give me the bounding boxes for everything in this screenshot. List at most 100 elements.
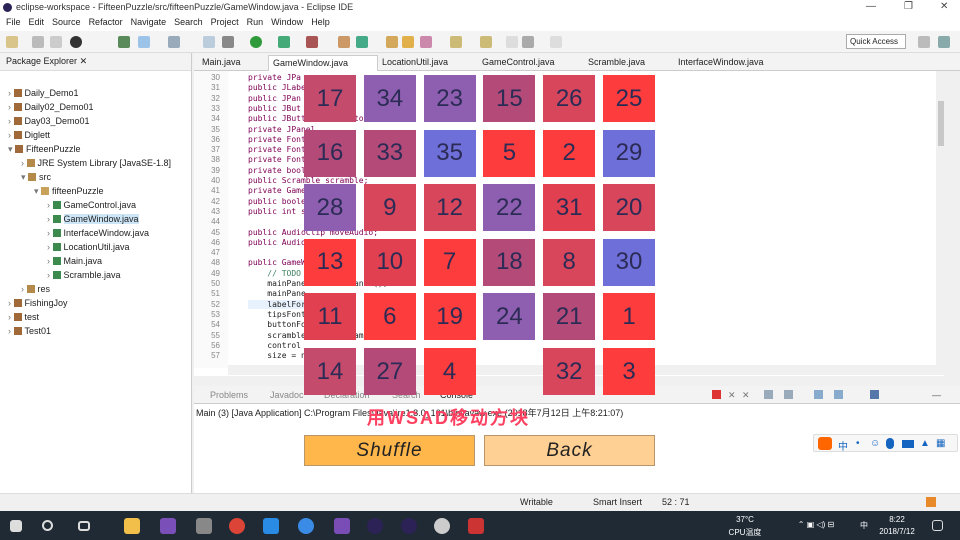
puzzle-tile[interactable]: 33 [363,129,416,177]
clock-date[interactable]: 2018/7/12 [872,527,922,536]
back-icon[interactable] [506,36,518,48]
next-annotation-icon[interactable] [450,36,462,48]
tree-item[interactable]: ▾ src [21,172,51,183]
search-icon[interactable] [42,520,53,531]
java-perspective-icon[interactable] [938,36,950,48]
file-explorer-icon[interactable] [124,518,140,534]
puzzle-tile[interactable]: 13 [304,238,356,286]
menu-file[interactable]: File [6,17,21,27]
forward-arrow-icon[interactable] [550,36,562,48]
remove-launch-icon[interactable]: ✕ [728,390,736,401]
puzzle-tile[interactable]: 27 [363,348,416,395]
scroll-thumb[interactable] [938,101,944,146]
debug-icon[interactable] [70,36,82,48]
microphone-icon[interactable] [886,438,894,449]
shuffle-button[interactable]: Shuffle [304,435,475,466]
puzzle-tile[interactable]: 2 [543,129,596,177]
tab-interfacewindow-java[interactable]: InterfaceWindow.java [674,55,768,71]
tree-expand-icon[interactable]: ▾ [21,172,28,182]
menu-window[interactable]: Window [271,17,303,27]
tab-gamecontrol-java[interactable]: GameControl.java [478,55,559,71]
tree-item[interactable]: › JRE System Library [JavaSE-1.8] [21,158,171,168]
eclipse-icon[interactable] [367,518,383,534]
puzzle-tile[interactable]: 11 [304,293,356,341]
ime-language[interactable]: 中 [838,438,848,453]
puzzle-tile[interactable]: 24 [483,293,536,341]
menu-help[interactable]: Help [311,17,330,27]
menu-source[interactable]: Source [52,17,81,27]
eclipse-window-icon[interactable] [401,518,417,534]
tree-item[interactable]: › InterfaceWindow.java [47,228,149,238]
perspective-icon[interactable] [918,36,930,48]
menu-project[interactable]: Project [211,17,239,27]
windows-start-icon[interactable] [10,520,22,532]
tree-item[interactable]: › res [21,284,50,294]
annotation-icon[interactable] [420,36,432,48]
new-class-icon[interactable] [356,36,368,48]
tab-javadoc[interactable]: Javadoc [270,390,304,400]
run-icon[interactable] [250,36,262,48]
puzzle-tile[interactable]: 18 [483,238,536,286]
terminate-icon[interactable] [712,390,721,399]
puzzle-tile[interactable]: 7 [423,238,476,286]
clock-time[interactable]: 8:22 [880,515,914,524]
tree-item[interactable]: › Diglett [8,130,50,140]
tab-gamewindow-java[interactable]: GameWindow.java [268,55,378,71]
new-java-project-icon[interactable] [338,36,350,48]
puzzle-tile[interactable]: 3 [603,348,655,395]
puzzle-tile[interactable]: 28 [304,184,356,232]
puzzle-tile[interactable]: 8 [543,238,596,286]
puzzle-tile[interactable]: 15 [483,75,536,122]
system-tray-icons[interactable]: ⌃ ▣ ◁) ⊟ [776,520,856,529]
menu-run[interactable]: Run [247,17,264,27]
feishu-icon[interactable] [263,518,279,534]
puzzle-tile[interactable]: 6 [363,293,416,341]
save-icon[interactable] [32,36,44,48]
highlight-icon[interactable] [138,36,150,48]
menu-navigate[interactable]: Navigate [131,17,167,27]
puzzle-tile[interactable]: 5 [483,129,536,177]
scroll-lock-icon[interactable] [784,390,793,399]
puzzle-tile[interactable]: 32 [543,348,596,395]
puzzle-tile[interactable]: 21 [543,293,596,341]
pin-icon[interactable] [118,36,130,48]
tree-item[interactable]: › Daily02_Demo01 [8,102,94,112]
gear-icon[interactable] [222,36,234,48]
puzzle-tile[interactable]: 17 [304,75,356,122]
tree-item[interactable]: › FishingJoy [8,298,68,308]
tab-scramble-java[interactable]: Scramble.java [584,55,649,71]
tree-expand-icon[interactable]: ▾ [34,186,41,196]
menu-edit[interactable]: Edit [29,17,45,27]
puzzle-tile[interactable]: 26 [543,75,596,122]
puzzle-tile[interactable]: 12 [423,184,476,232]
puzzle-tile[interactable]: 23 [423,75,476,122]
shirt-icon[interactable]: ▲ [920,438,930,449]
tree-expand-icon[interactable]: ▾ [8,144,15,154]
tree-item[interactable]: › Main.java [47,256,102,266]
emoji-icon[interactable]: ☺ [870,438,880,449]
puzzle-tile[interactable]: 35 [423,129,476,177]
minimize-button[interactable]: — [866,1,876,12]
maximize-button[interactable]: ❐ [904,1,913,12]
tree-item[interactable]: › Test01 [8,326,51,336]
input-language[interactable]: 中 [858,520,870,531]
back-arrow-icon[interactable] [522,36,534,48]
editor-vertical-scrollbar[interactable] [936,71,946,368]
back-button[interactable]: Back [484,435,655,466]
format-icon[interactable] [203,36,215,48]
coverage-icon[interactable] [278,36,290,48]
media-app-icon[interactable] [196,518,212,534]
toolbox-icon[interactable]: ▦ [936,438,945,449]
update-icon[interactable] [926,497,936,507]
task-view-icon[interactable] [78,521,90,531]
menu-search[interactable]: Search [174,17,203,27]
keyboard-icon[interactable] [902,440,914,448]
puzzle-tile[interactable]: 1 [603,293,655,341]
tree-item[interactable]: ▾ FifteenPuzzle [8,144,81,155]
open-type-icon[interactable] [386,36,398,48]
tree-item[interactable]: › Daily_Demo1 [8,88,79,98]
ime-toolbar[interactable]: 中 • ☺ ▲ ▦ [813,434,958,453]
remove-all-icon[interactable]: ✕ [742,390,750,401]
avatar[interactable] [434,518,450,534]
minimize-view-icon[interactable]: — [932,390,941,400]
